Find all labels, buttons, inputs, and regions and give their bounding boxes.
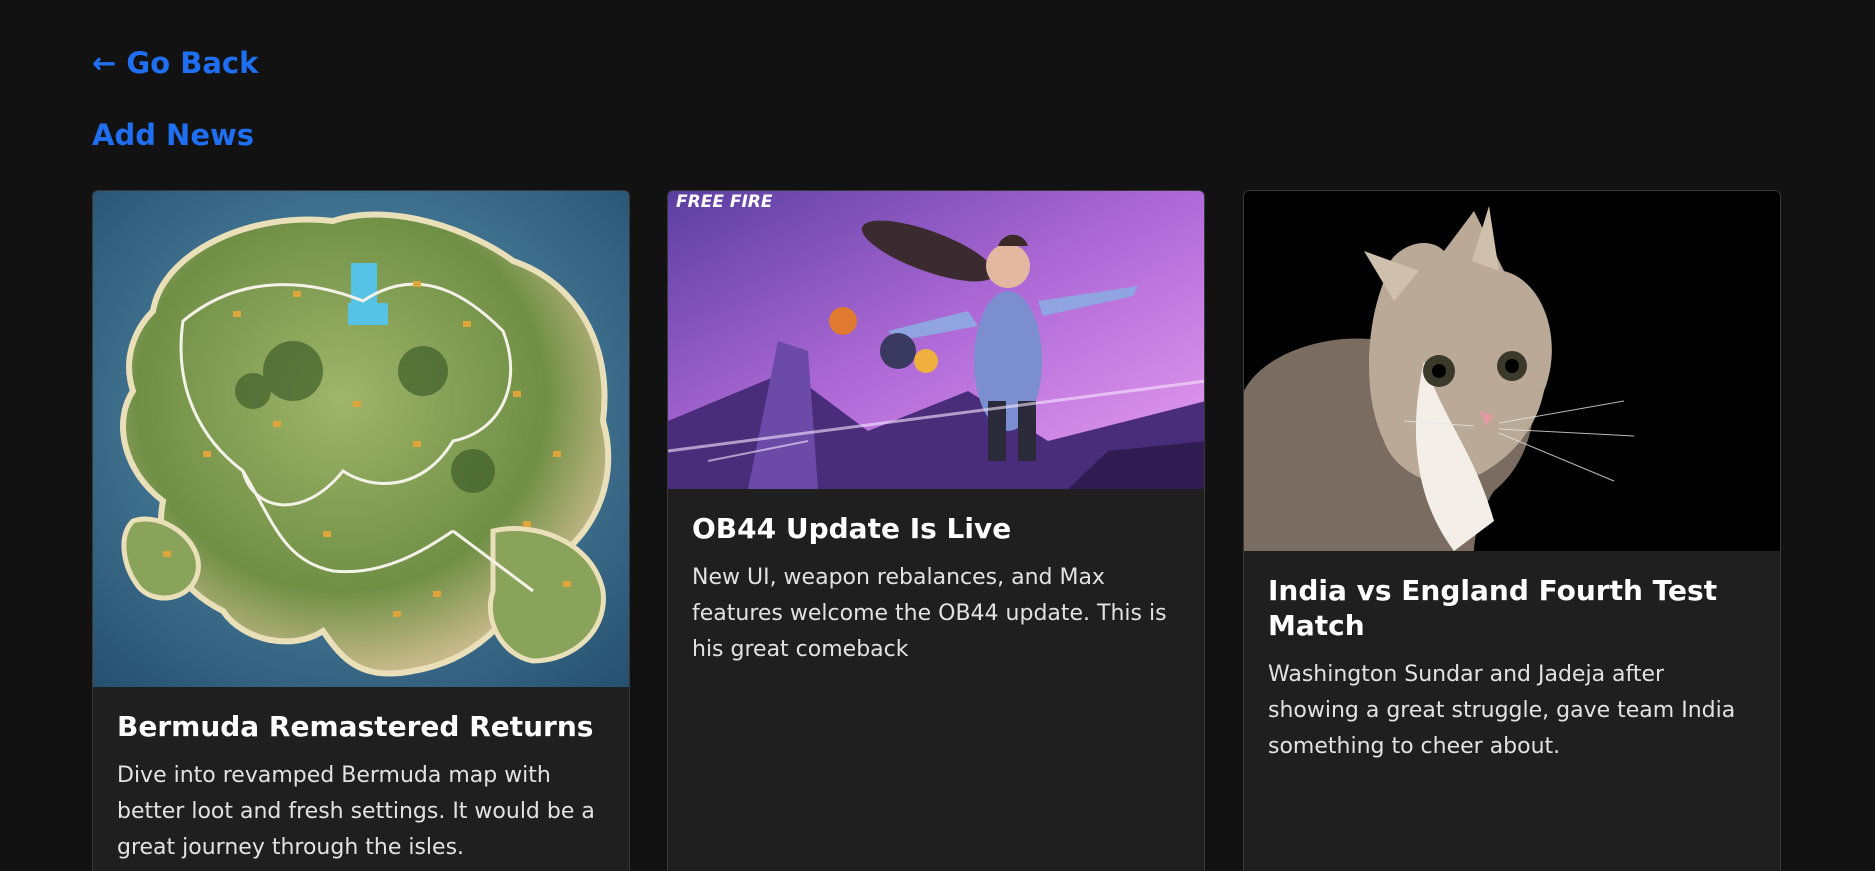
- news-card-body: OB44 Update Is Live New UI, weapon rebal…: [668, 489, 1204, 668]
- news-card-text: Dive into revamped Bermuda map with bett…: [117, 763, 595, 860]
- cat-photo-illustration: [1244, 191, 1780, 551]
- free-fire-logo: FREE FIRE: [676, 192, 773, 212]
- go-back-link[interactable]: ← Go Back: [92, 46, 258, 80]
- free-fire-illustration: FREE FIRE: [668, 191, 1204, 489]
- news-card-body: India vs England Fourth Test Match Washi…: [1244, 551, 1780, 765]
- news-card-text: New UI, weapon rebalances, and Max featu…: [692, 565, 1167, 662]
- bermuda-map-image: [93, 191, 629, 687]
- news-card-title: India vs England Fourth Test Match: [1268, 574, 1718, 642]
- news-card[interactable]: India vs England Fourth Test Match Washi…: [1243, 190, 1781, 871]
- news-card[interactable]: FREE FIRE OB44 Update Is Live New UI, we…: [667, 190, 1205, 871]
- add-news-link[interactable]: Add News: [92, 118, 254, 152]
- news-card-title: Bermuda Remastered Returns: [117, 710, 594, 743]
- free-fire-ob44-image: FREE FIRE: [668, 191, 1204, 489]
- news-card-title: OB44 Update Is Live: [692, 512, 1012, 545]
- news-card[interactable]: Bermuda Remastered Returns Dive into rev…: [92, 190, 630, 871]
- news-card-text: Washington Sundar and Jadeja after showi…: [1268, 662, 1736, 759]
- news-page: ← Go Back Add News Bermuda Remastered Re…: [0, 0, 1875, 871]
- bermuda-map-illustration: [93, 191, 629, 687]
- cat-image: [1244, 191, 1780, 551]
- news-card-body: Bermuda Remastered Returns Dive into rev…: [93, 687, 629, 866]
